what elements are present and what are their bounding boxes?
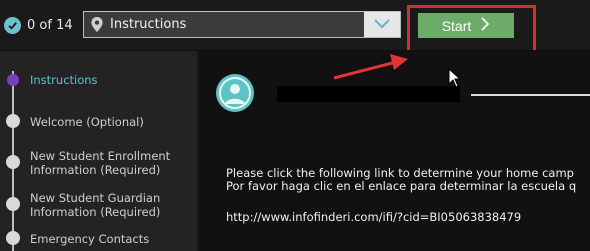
sidebar-item-label: Welcome (Optional) bbox=[30, 115, 144, 129]
sidebar-item-label: Information (Required) bbox=[30, 205, 161, 219]
sidebar-item-emergency[interactable]: Emergency Contacts bbox=[30, 232, 149, 246]
sidebar-item-label: New Student Guardian bbox=[30, 191, 161, 205]
section-dropdown[interactable]: Instructions bbox=[83, 11, 401, 38]
start-button-label: Start bbox=[441, 17, 472, 34]
sidebar-item-guardian[interactable]: New Student Guardian Information (Requir… bbox=[30, 191, 160, 219]
progress-indicator: 0 of 14 bbox=[4, 14, 73, 36]
sidebar-item-instructions[interactable]: Instructions bbox=[30, 73, 98, 87]
sidebar-item-welcome[interactable]: Welcome (Optional) bbox=[30, 115, 144, 129]
section-dropdown-field[interactable]: Instructions bbox=[84, 12, 364, 37]
mouse-cursor-icon bbox=[448, 68, 462, 88]
start-button[interactable]: Start bbox=[418, 13, 514, 38]
home-campus-link[interactable]: http://www.infofinderi.com/ifi/?cid=BI05… bbox=[226, 210, 521, 224]
section-dropdown-value: Instructions bbox=[110, 17, 187, 32]
instructions-spanish: Por favor haga clic en el enlace para de… bbox=[226, 179, 577, 193]
steps-sidebar: Instructions Welcome (Optional) New Stud… bbox=[0, 51, 196, 251]
sidebar-item-enrollment[interactable]: New Student Enrollment Information (Requ… bbox=[30, 149, 170, 177]
header-rule bbox=[471, 94, 590, 96]
check-circle-icon bbox=[4, 16, 21, 34]
sidebar-item-label: New Student Enrollment bbox=[30, 149, 171, 163]
step-node-instructions bbox=[7, 74, 19, 86]
chevron-right-icon bbox=[481, 17, 490, 34]
instructions-text: Please click the following link to deter… bbox=[226, 167, 576, 193]
map-pin-icon bbox=[90, 17, 104, 33]
chevron-down-icon[interactable] bbox=[372, 15, 392, 33]
step-node-welcome bbox=[6, 114, 20, 128]
progress-text: 0 of 14 bbox=[27, 17, 73, 33]
user-avatar-icon bbox=[216, 74, 254, 112]
sidebar-item-label: Information (Required) bbox=[30, 163, 161, 177]
sidebar-item-label: Emergency Contacts bbox=[30, 232, 150, 246]
top-toolbar: 0 of 14 Instructions Start bbox=[0, 0, 590, 56]
redacted-name bbox=[277, 86, 460, 102]
step-node-enrollment bbox=[6, 155, 20, 169]
step-node-emergency bbox=[6, 231, 20, 245]
sidebar-item-label: Instructions bbox=[30, 73, 98, 87]
step-node-guardian bbox=[6, 197, 20, 211]
red-arrow-annotation bbox=[333, 54, 408, 80]
